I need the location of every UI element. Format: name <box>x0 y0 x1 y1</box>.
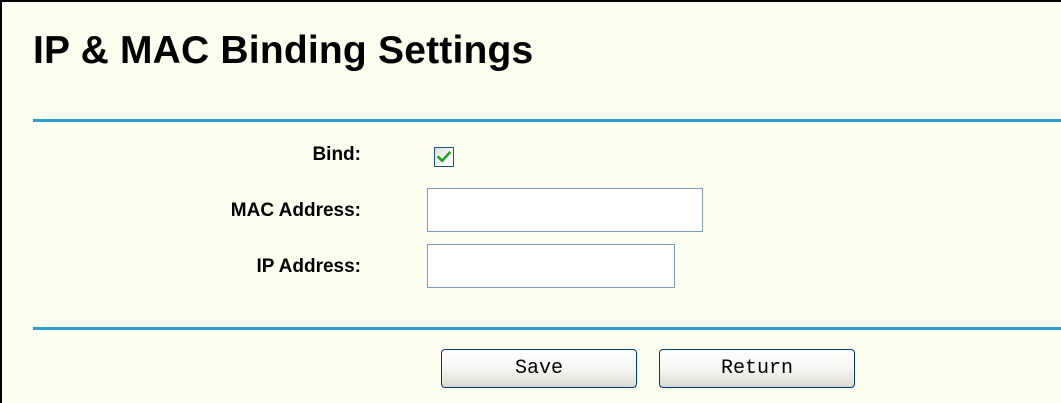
ip-address-input[interactable] <box>427 244 675 288</box>
settings-panel: IP & MAC Binding Settings Bind: MAC Addr… <box>0 0 1061 403</box>
ip-address-label: IP Address: <box>256 256 361 277</box>
bottom-divider <box>33 327 1061 330</box>
bind-checkbox[interactable] <box>434 147 454 167</box>
save-button[interactable]: Save <box>441 349 637 388</box>
checkmark-icon <box>437 151 451 163</box>
top-divider <box>33 119 1061 122</box>
mac-address-input[interactable] <box>427 188 703 232</box>
bind-label: Bind: <box>312 144 361 165</box>
return-button[interactable]: Return <box>659 349 855 388</box>
mac-address-label: MAC Address: <box>230 200 361 221</box>
page-title: IP & MAC Binding Settings <box>33 29 534 72</box>
